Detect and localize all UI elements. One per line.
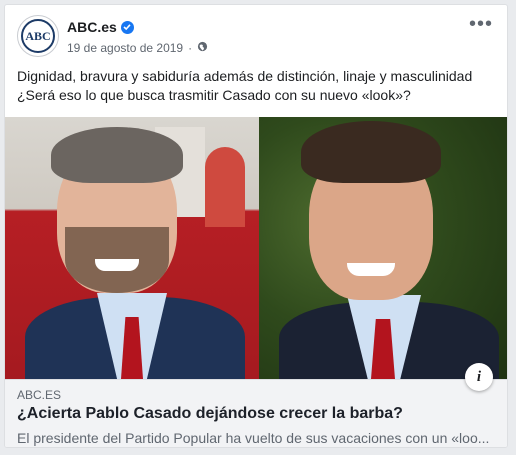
globe-icon[interactable] — [197, 41, 208, 55]
post-date[interactable]: 19 de agosto de 2019 — [67, 41, 183, 55]
post-text-line-2: ¿Será eso lo que busca trasmitir Casado … — [17, 87, 411, 103]
link-domain: ABC.ES — [17, 388, 62, 402]
photo-without-beard — [259, 117, 507, 379]
abc-logo: ABC — [21, 19, 55, 53]
link-preview-meta[interactable]: ABC.ES ¿Acierta Pablo Casado dejándose c… — [5, 379, 507, 447]
info-icon[interactable]: i — [465, 363, 493, 391]
page-name-link[interactable]: ABC.es — [67, 19, 117, 35]
post-text: Dignidad, bravura y sabiduría además de … — [17, 67, 497, 105]
more-options-icon[interactable]: ••• — [469, 14, 493, 34]
post-text-line-1: Dignidad, bravura y sabiduría además de … — [17, 68, 473, 84]
link-title[interactable]: ¿Acierta Pablo Casado dejándose crecer l… — [17, 405, 403, 423]
page-name-row: ABC.es — [67, 19, 134, 35]
facebook-post-card: ABC ABC.es 19 de agosto de 2019 · ••• Di… — [4, 4, 508, 448]
photo-with-beard — [5, 117, 259, 379]
dot-separator: · — [188, 41, 193, 55]
link-preview-image[interactable] — [5, 117, 507, 379]
avatar-text: ABC — [25, 28, 51, 43]
link-description: El presidente del Partido Popular ha vue… — [17, 430, 490, 446]
post-meta: 19 de agosto de 2019 · — [67, 41, 208, 55]
page-avatar[interactable]: ABC — [17, 15, 59, 57]
verified-badge-icon — [120, 20, 134, 34]
